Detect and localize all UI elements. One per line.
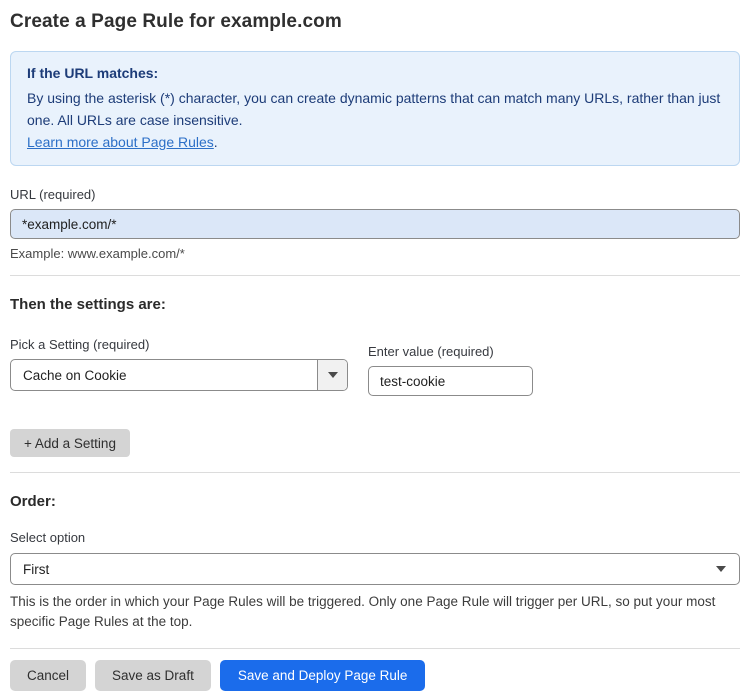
info-box-heading: If the URL matches: [27, 65, 159, 81]
url-example-text: Example: www.example.com/* [10, 246, 185, 261]
setting-value-label: Enter value (required) [368, 344, 494, 359]
save-and-deploy-button[interactable]: Save and Deploy Page Rule [219, 660, 426, 691]
page-title: Create a Page Rule for example.com [10, 11, 342, 32]
chevron-down-icon [327, 372, 338, 378]
setting-picker-column: Pick a Setting (required) Cache on Cooki… [10, 337, 348, 391]
info-box-link-line: Learn more about Page Rules. [27, 131, 723, 153]
order-section-heading: Order: [10, 493, 56, 510]
url-match-info-box: If the URL matches: By using the asteris… [10, 51, 740, 166]
settings-section-heading: Then the settings are: [10, 296, 166, 313]
settings-row: Pick a Setting (required) Cache on Cooki… [10, 337, 740, 396]
order-select-label: Select option [10, 530, 86, 545]
info-box-body: By using the asterisk (*) character, you… [27, 90, 721, 128]
setting-select-arrow-button[interactable] [317, 360, 347, 390]
link-suffix: . [213, 134, 218, 150]
cancel-button[interactable]: Cancel [10, 660, 87, 691]
setting-picker-label: Pick a Setting (required) [10, 337, 150, 352]
setting-value-column: Enter value (required) [368, 344, 533, 396]
url-field-label: URL (required) [10, 187, 96, 202]
chevron-down-icon [716, 566, 739, 572]
add-setting-button[interactable]: + Add a Setting [10, 429, 130, 457]
order-select-value: First [23, 561, 50, 577]
divider [10, 275, 740, 276]
url-input[interactable] [10, 209, 740, 239]
save-as-draft-button[interactable]: Save as Draft [95, 660, 211, 691]
setting-value-input[interactable] [368, 366, 533, 396]
order-select[interactable]: First [10, 553, 740, 585]
page-rule-form: Create a Page Rule for example.com If th… [0, 0, 750, 691]
order-help-text: This is the order in which your Page Rul… [10, 594, 716, 629]
setting-select-value: Cache on Cookie [23, 367, 127, 383]
setting-select[interactable]: Cache on Cookie [10, 359, 348, 391]
learn-more-link[interactable]: Learn more about Page Rules [27, 134, 214, 150]
divider [10, 648, 740, 649]
form-actions: Cancel Save as Draft Save and Deploy Pag… [10, 660, 740, 691]
divider [10, 472, 740, 473]
